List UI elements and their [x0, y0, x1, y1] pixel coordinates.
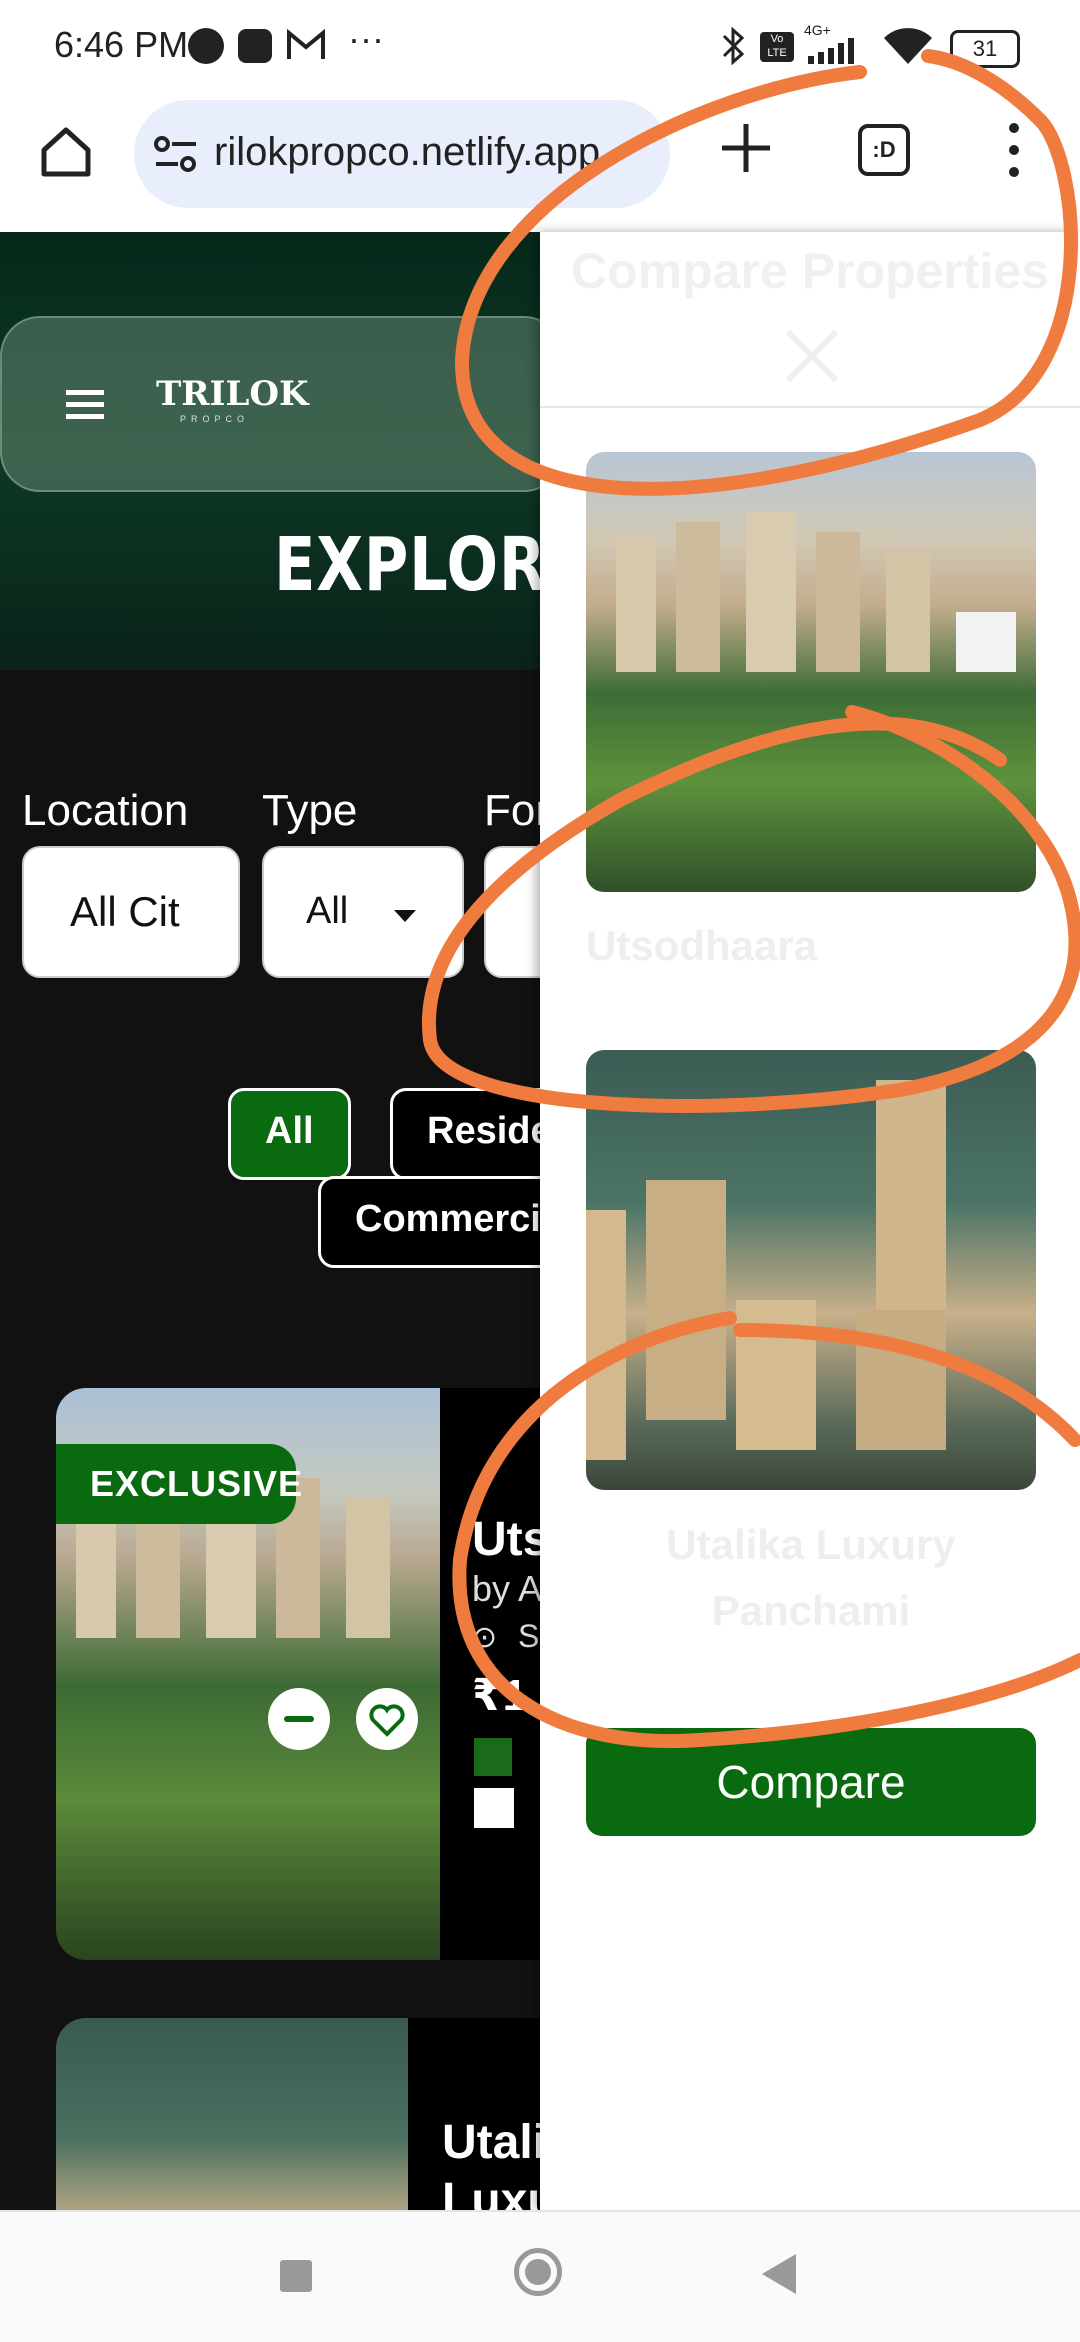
annotation-circle-header	[454, 49, 1078, 496]
recents-icon[interactable]	[280, 2260, 312, 2292]
system-navigation-bar	[0, 2210, 1080, 2342]
back-icon[interactable]	[762, 2254, 796, 2294]
annotation-circle-item2	[452, 1311, 1080, 1748]
annotation-overlay	[422, 49, 1080, 1748]
annotation-circle-item1	[422, 705, 1080, 1113]
home-nav-icon[interactable]	[514, 2248, 562, 2296]
